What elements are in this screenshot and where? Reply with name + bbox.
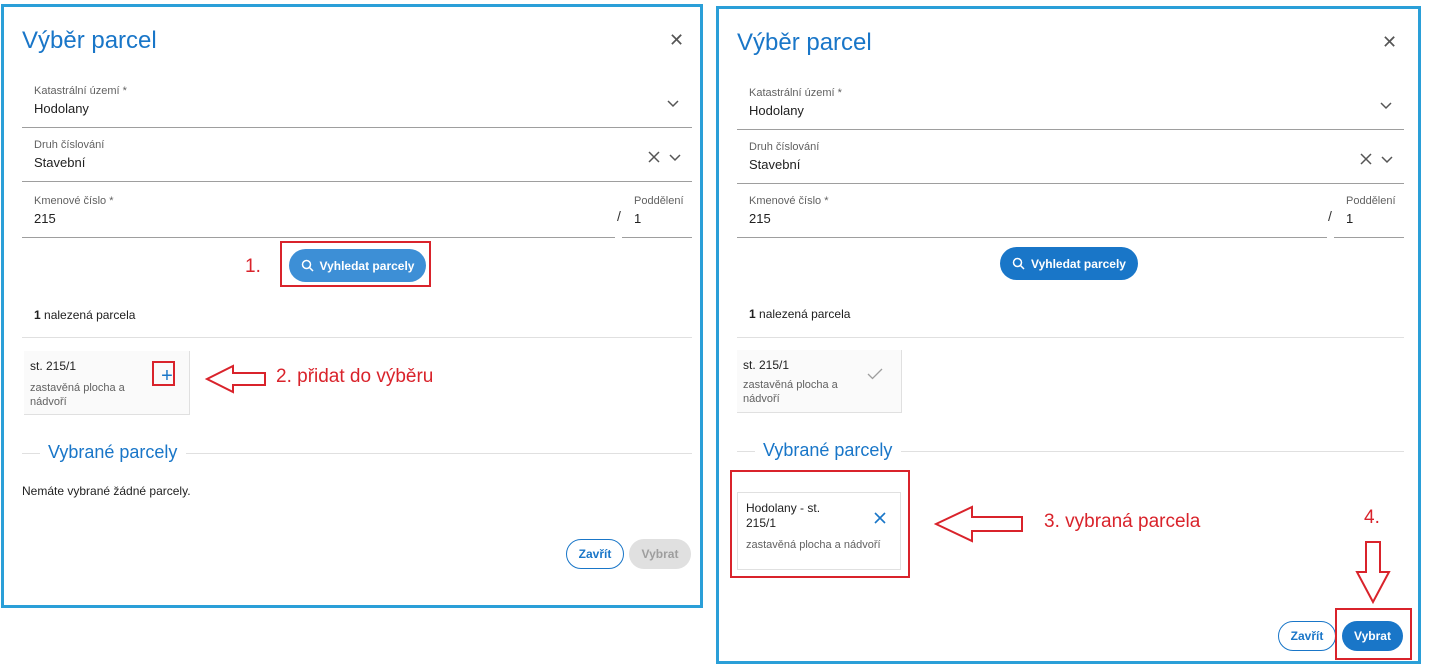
- parcel-selection-dialog-step2: Výběr parcel ✕ Katastrální území * Hodol…: [716, 6, 1421, 664]
- plus-icon[interactable]: +: [157, 366, 177, 386]
- numbering-type-select[interactable]: Druh číslování Stavební: [737, 135, 1404, 184]
- subdivision-input[interactable]: Poddělení 1: [1334, 189, 1404, 238]
- clear-icon[interactable]: [1360, 153, 1372, 165]
- check-icon: [867, 368, 883, 380]
- close-button[interactable]: Zavřít: [1278, 621, 1336, 651]
- result-parcel-desc: zastavěná plocha a nádvoří: [30, 382, 125, 408]
- remove-icon[interactable]: [874, 512, 886, 524]
- divider: [22, 337, 692, 338]
- found-label: nalezená parcela: [759, 307, 851, 321]
- arrow-icon: [1355, 541, 1391, 604]
- parcel-number-label: Kmenové číslo *: [34, 195, 114, 207]
- number-separator: /: [617, 208, 621, 224]
- annotation-step3: 3. vybraná parcela: [1044, 511, 1201, 532]
- found-label: nalezená parcela: [44, 308, 136, 322]
- search-parcels-label: Vyhledat parcely: [319, 258, 415, 273]
- chevron-down-icon[interactable]: [666, 97, 680, 111]
- arrow-icon: [934, 505, 1023, 543]
- cadastral-area-select[interactable]: Katastrální území * Hodolany: [22, 79, 692, 128]
- cadastral-area-label: Katastrální území *: [749, 87, 842, 99]
- annotation-step2: 2. přidat do výběru: [276, 366, 434, 387]
- parcel-number-input[interactable]: Kmenové číslo * 215: [737, 189, 1327, 238]
- section-line-right: [901, 451, 1404, 452]
- numbering-type-select[interactable]: Druh číslování Stavební: [22, 133, 692, 182]
- result-parcel-card: st. 215/1 zastavěná plocha a nádvoří: [737, 350, 902, 413]
- parcel-number-value: 215: [749, 211, 771, 226]
- subdivision-input[interactable]: Poddělení 1: [622, 189, 692, 238]
- cadastral-area-value: Hodolany: [34, 101, 89, 116]
- chevron-down-icon[interactable]: [1380, 153, 1394, 167]
- subdivision-label: Poddělení: [1346, 195, 1396, 207]
- numbering-type-value: Stavební: [34, 155, 86, 170]
- search-icon: [1012, 257, 1025, 270]
- annotation-step1: 1.: [245, 256, 261, 277]
- parcel-number-input[interactable]: Kmenové číslo * 215: [22, 189, 615, 238]
- annotation-step4: 4.: [1364, 507, 1380, 528]
- clear-icon[interactable]: [648, 151, 660, 163]
- select-button[interactable]: Vybrat: [1342, 621, 1403, 651]
- selected-parcel-desc: zastavěná plocha a nádvoří: [746, 539, 881, 551]
- found-count-text: 1 nalezená parcela: [749, 307, 850, 321]
- close-icon[interactable]: ✕: [1382, 33, 1397, 51]
- subdivision-value: 1: [1346, 211, 1354, 226]
- arrow-icon: [205, 364, 266, 394]
- found-count: 1: [34, 308, 41, 322]
- select-button[interactable]: Vybrat: [629, 539, 691, 569]
- result-parcel-id: st. 215/1: [743, 358, 790, 372]
- dialog-title: Výběr parcel: [737, 29, 872, 56]
- cadastral-area-value: Hodolany: [749, 103, 804, 118]
- parcel-selection-dialog-step1: Výběr parcel ✕ Katastrální území * Hodol…: [1, 4, 703, 608]
- selected-parcels-heading: Vybrané parcely: [759, 440, 897, 461]
- selected-parcel-card: Hodolany - st. 215/1 zastavěná plocha a …: [737, 492, 901, 570]
- close-icon[interactable]: ✕: [669, 31, 684, 49]
- search-parcels-label: Vyhledat parcely: [1031, 256, 1126, 271]
- selected-parcels-heading: Vybrané parcely: [44, 442, 182, 463]
- parcel-number-label: Kmenové číslo *: [749, 195, 829, 207]
- found-count: 1: [749, 307, 756, 321]
- section-line-left: [22, 453, 40, 454]
- search-parcels-button[interactable]: Vyhledat parcely: [289, 249, 426, 282]
- section-line-left: [737, 451, 755, 452]
- found-count-text: 1 nalezená parcela: [34, 308, 135, 322]
- subdivision-value: 1: [634, 211, 642, 226]
- cadastral-area-label: Katastrální území *: [34, 85, 127, 97]
- result-parcel-desc: zastavěná plocha a nádvoří: [743, 379, 838, 405]
- chevron-down-icon[interactable]: [668, 151, 682, 165]
- empty-selection-message: Nemáte vybrané žádné parcely.: [22, 484, 191, 498]
- result-parcel-card: st. 215/1 zastavěná plocha a nádvoří +: [24, 351, 190, 415]
- result-parcel-id: st. 215/1: [30, 359, 77, 373]
- search-icon: [301, 259, 314, 272]
- divider: [737, 337, 1404, 338]
- selected-parcel-id: Hodolany - st. 215/1: [746, 501, 821, 530]
- parcel-number-value: 215: [34, 211, 56, 226]
- chevron-down-icon[interactable]: [1379, 99, 1393, 113]
- number-separator: /: [1328, 208, 1332, 224]
- section-line-right: [186, 453, 692, 454]
- search-parcels-button[interactable]: Vyhledat parcely: [1000, 247, 1138, 280]
- numbering-type-label: Druh číslování: [749, 141, 820, 153]
- dialog-title: Výběr parcel: [22, 27, 157, 54]
- close-button[interactable]: Zavřít: [566, 539, 624, 569]
- cadastral-area-select[interactable]: Katastrální území * Hodolany: [737, 81, 1404, 130]
- numbering-type-label: Druh číslování: [34, 139, 105, 151]
- subdivision-label: Poddělení: [634, 195, 684, 207]
- numbering-type-value: Stavební: [749, 157, 801, 172]
